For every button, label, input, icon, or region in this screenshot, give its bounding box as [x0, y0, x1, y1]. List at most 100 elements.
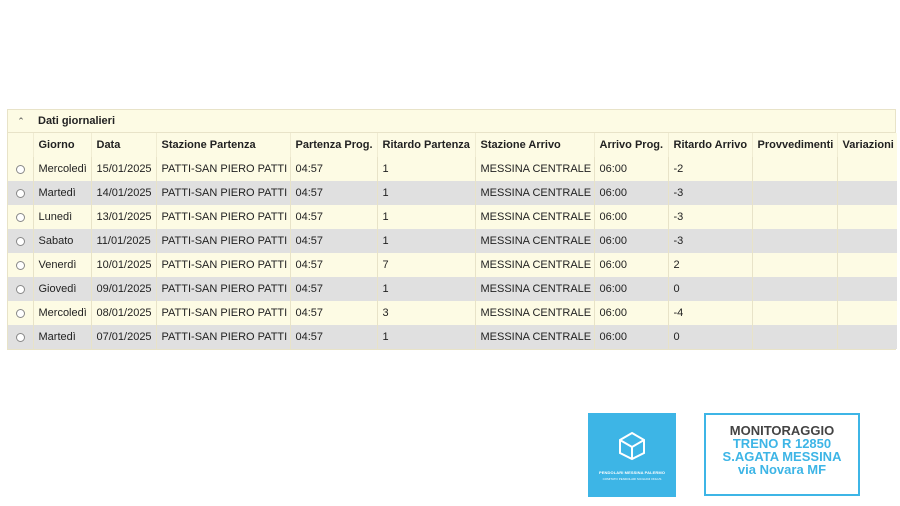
- cell-arrivo: MESSINA CENTRALE: [474, 325, 594, 349]
- row-radio-button[interactable]: [15, 188, 25, 198]
- table-row[interactable]: Venerdì 10/01/2025 PATTI-SAN PIERO PATTI 04…: [8, 253, 897, 277]
- row-select-cell[interactable]: [8, 229, 33, 253]
- table-row[interactable]: Mercoledì 15/01/2025 PATTI-SAN PIERO PATTI…: [8, 157, 897, 181]
- cell-ritardo-partenza: 3: [376, 301, 475, 325]
- cell-arrivo-prog: 06:00: [593, 229, 668, 253]
- cube-icon: [619, 431, 645, 461]
- cell-partenza: PATTI-SAN PIERO PATTI: [155, 277, 290, 301]
- column-header[interactable]: Data: [90, 133, 156, 157]
- cell-arrivo: MESSINA CENTRALE: [474, 301, 594, 325]
- cell-provvedimenti: [751, 205, 837, 229]
- row-radio-button[interactable]: [15, 284, 25, 294]
- cell-arrivo-prog: 06:00: [593, 181, 668, 205]
- cell-data: 07/01/2025: [90, 325, 156, 349]
- cell-ritardo-arrivo: -2: [667, 157, 752, 181]
- cell-ritardo-partenza: 1: [376, 277, 475, 301]
- cell-giorno: Martedì: [32, 181, 91, 205]
- row-select-cell[interactable]: [8, 253, 33, 277]
- table-row[interactable]: Martedì 07/01/2025 PATTI-SAN PIERO PATTI 04…: [8, 325, 897, 349]
- cell-partenza: PATTI-SAN PIERO PATTI: [155, 253, 290, 277]
- cell-ritardo-partenza: 1: [376, 229, 475, 253]
- column-header[interactable]: Arrivo Prog.: [593, 133, 668, 157]
- cell-partenza-prog: 04:57: [289, 301, 377, 325]
- table-header-row: Giorno Data Stazione Partenza Partenza Prog…: [8, 133, 897, 157]
- cell-arrivo-prog: 06:00: [593, 253, 668, 277]
- column-header[interactable]: Variazioni: [836, 133, 897, 157]
- column-header[interactable]: Stazione Partenza: [155, 133, 290, 157]
- cell-ritardo-arrivo: 0: [667, 277, 752, 301]
- row-select-cell[interactable]: [8, 205, 33, 229]
- cell-provvedimenti: [751, 253, 837, 277]
- table-row[interactable]: Lunedì 13/01/2025 PATTI-SAN PIERO PATTI 04:…: [8, 205, 897, 229]
- cell-partenza: PATTI-SAN PIERO PATTI: [155, 229, 290, 253]
- cell-variazioni: [836, 181, 897, 205]
- cell-partenza: PATTI-SAN PIERO PATTI: [155, 157, 290, 181]
- cell-partenza-prog: 04:57: [289, 325, 377, 349]
- cell-arrivo: MESSINA CENTRALE: [474, 157, 594, 181]
- cell-ritardo-arrivo: -4: [667, 301, 752, 325]
- cell-giorno: Sabato: [32, 229, 91, 253]
- column-header[interactable]: Ritardo Arrivo: [667, 133, 752, 157]
- row-radio-button[interactable]: [15, 236, 25, 246]
- collapse-toggle-icon[interactable]: ⌃: [8, 116, 34, 127]
- cell-giorno: Lunedì: [32, 205, 91, 229]
- cell-partenza: PATTI-SAN PIERO PATTI: [155, 181, 290, 205]
- cell-provvedimenti: [751, 277, 837, 301]
- cell-arrivo: MESSINA CENTRALE: [474, 253, 594, 277]
- row-select-cell[interactable]: [8, 181, 33, 205]
- cell-giorno: Venerdì: [32, 253, 91, 277]
- column-header[interactable]: Ritardo Partenza: [376, 133, 475, 157]
- panel-title: Dati giornalieri: [38, 115, 116, 127]
- cell-partenza: PATTI-SAN PIERO PATTI: [155, 205, 290, 229]
- row-select-cell[interactable]: [8, 325, 33, 349]
- cell-partenza: PATTI-SAN PIERO PATTI: [155, 301, 290, 325]
- cell-ritardo-arrivo: -3: [667, 205, 752, 229]
- cell-data: 13/01/2025: [90, 205, 156, 229]
- trips-table: Giorno Data Stazione Partenza Partenza Prog…: [8, 133, 897, 349]
- cell-partenza-prog: 04:57: [289, 229, 377, 253]
- column-header[interactable]: Partenza Prog.: [289, 133, 377, 157]
- cell-variazioni: [836, 277, 897, 301]
- cell-arrivo-prog: 06:00: [593, 157, 668, 181]
- cell-arrivo: MESSINA CENTRALE: [474, 181, 594, 205]
- cell-partenza-prog: 04:57: [289, 253, 377, 277]
- logo-line-1: PENDOLARI MESSINA PALERMO: [598, 470, 666, 475]
- cell-ritardo-partenza: 1: [376, 325, 475, 349]
- cell-data: 08/01/2025: [90, 301, 156, 325]
- row-radio-button[interactable]: [15, 332, 25, 342]
- table-row[interactable]: Martedì 14/01/2025 PATTI-SAN PIERO PATTI 04…: [8, 181, 897, 205]
- row-select-cell[interactable]: [8, 277, 33, 301]
- column-header[interactable]: Giorno: [32, 133, 91, 157]
- cell-data: 15/01/2025: [90, 157, 156, 181]
- cell-variazioni: [836, 205, 897, 229]
- cell-giorno: Martedì: [32, 325, 91, 349]
- cell-ritardo-arrivo: 0: [667, 325, 752, 349]
- panel-header: ⌃ Dati giornalieri: [8, 110, 895, 133]
- cell-ritardo-partenza: 1: [376, 157, 475, 181]
- cell-giorno: Giovedì: [32, 277, 91, 301]
- table-row[interactable]: Sabato 11/01/2025 PATTI-SAN PIERO PATTI 04:…: [8, 229, 897, 253]
- cell-partenza-prog: 04:57: [289, 277, 377, 301]
- cell-arrivo: MESSINA CENTRALE: [474, 205, 594, 229]
- cell-provvedimenti: [751, 301, 837, 325]
- cell-arrivo-prog: 06:00: [593, 277, 668, 301]
- row-radio-button[interactable]: [15, 212, 25, 222]
- cell-arrivo: MESSINA CENTRALE: [474, 229, 594, 253]
- pendolari-logo: PENDOLARI MESSINA PALERMO COMITATO PENDO…: [588, 413, 676, 497]
- row-select-cell[interactable]: [8, 157, 33, 181]
- row-radio-button[interactable]: [15, 164, 25, 174]
- table-row[interactable]: Giovedì 09/01/2025 PATTI-SAN PIERO PATTI 04…: [8, 277, 897, 301]
- cell-provvedimenti: [751, 157, 837, 181]
- row-select-cell[interactable]: [8, 301, 33, 325]
- table-row[interactable]: Mercoledì 08/01/2025 PATTI-SAN PIERO PATTI…: [8, 301, 897, 325]
- cell-data: 09/01/2025: [90, 277, 156, 301]
- cell-arrivo-prog: 06:00: [593, 205, 668, 229]
- row-radio-button[interactable]: [15, 260, 25, 270]
- cell-arrivo-prog: 06:00: [593, 301, 668, 325]
- column-header[interactable]: Provvedimenti: [751, 133, 837, 157]
- cell-variazioni: [836, 229, 897, 253]
- column-header[interactable]: Stazione Arrivo: [474, 133, 594, 157]
- cell-provvedimenti: [751, 325, 837, 349]
- row-radio-button[interactable]: [15, 308, 25, 318]
- cell-variazioni: [836, 325, 897, 349]
